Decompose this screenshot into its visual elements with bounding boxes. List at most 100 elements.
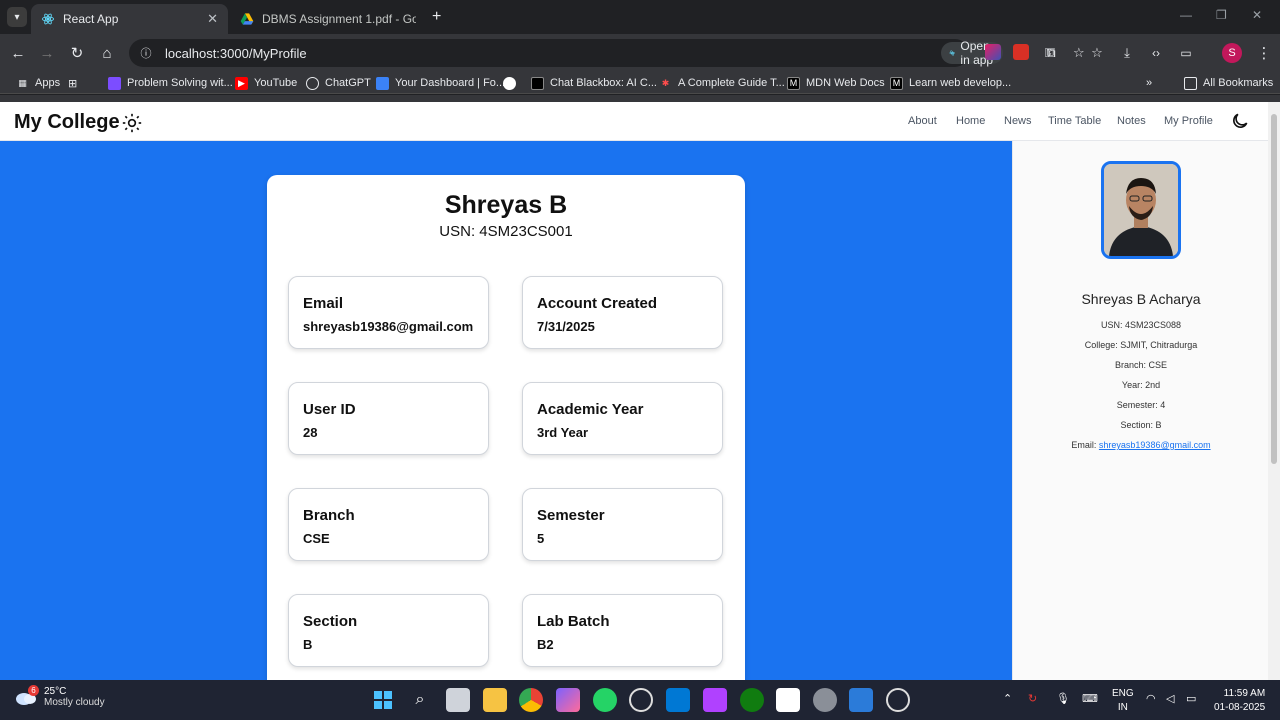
installer-icon[interactable]	[849, 688, 873, 712]
nav-about[interactable]: About	[908, 115, 937, 127]
nav-notes[interactable]: Notes	[1117, 115, 1146, 127]
bookmarks-bar: ▦ Apps ⊞ Problem Solving wit... ▶ YouTube …	[0, 72, 1280, 94]
page-scrollbar[interactable]	[1268, 102, 1280, 680]
forward-icon[interactable]: →	[37, 43, 57, 63]
bookmark-problem-solving[interactable]: Problem Solving wit...	[108, 76, 233, 90]
tab-search-icon[interactable]: ▾	[7, 7, 27, 27]
tab-title: React App	[63, 12, 119, 26]
cast-icon[interactable]: ▭	[1176, 43, 1196, 63]
mdn-icon: M	[890, 76, 903, 90]
brand-text: My College	[14, 111, 120, 133]
settings-icon[interactable]	[813, 688, 837, 712]
weather-badge: 6	[28, 685, 39, 696]
xbox-icon[interactable]	[740, 688, 764, 712]
keyboard-icon[interactable]: ⌨	[1082, 692, 1098, 705]
brand-logo[interactable]: My College	[14, 111, 142, 134]
toolbar-divider	[0, 95, 1280, 102]
bookmark-complete-guide[interactable]: ✱ A Complete Guide T...	[659, 76, 785, 90]
bookmark-apps[interactable]: ▦ Apps	[16, 76, 60, 90]
app-navbar: My College About Home News Time Table No…	[0, 102, 1268, 141]
field-user-id: User ID 28	[288, 382, 489, 455]
site-info-icon[interactable]: ⓘ	[139, 46, 153, 60]
tab-groups-icon[interactable]: ⊞	[68, 76, 77, 90]
chrome-icon[interactable]	[519, 688, 543, 712]
more-bookmarks-icon[interactable]: »	[1146, 76, 1152, 90]
field-lab-batch: Lab Batch B2	[522, 594, 723, 667]
language-indicator[interactable]: ENG IN	[1112, 687, 1134, 715]
tab-dbms-pdf[interactable]: DBMS Assignment 1.pdf - Goog	[230, 4, 426, 34]
bookmark-label: A Complete Guide T...	[678, 77, 785, 89]
start-icon[interactable]	[371, 688, 395, 712]
reload-icon[interactable]: ↻	[67, 43, 87, 63]
url-text[interactable]: localhost:3000/MyProfile	[165, 46, 969, 61]
address-bar[interactable]: ⓘ localhost:3000/MyProfile Open in app ⚿…	[129, 39, 1085, 67]
volume-icon[interactable]: ◁	[1166, 692, 1174, 705]
nav-my-profile[interactable]: My Profile	[1164, 115, 1213, 127]
bookmark-chatgpt[interactable]: ChatGPT	[306, 76, 371, 90]
field-label: Lab Batch	[537, 613, 610, 630]
sidebar-usn: USN: 4SM23CS088	[1100, 320, 1182, 330]
sidebar-email-label: Email:	[1071, 440, 1099, 450]
media-player-icon[interactable]	[629, 688, 653, 712]
field-academic-year: Academic Year 3rd Year	[522, 382, 723, 455]
task-view-icon[interactable]	[446, 688, 470, 712]
bookmark-mdn[interactable]: M MDN Web Docs	[787, 76, 885, 90]
profile-usn: USN: 4SM23CS001	[439, 223, 573, 240]
close-window-icon[interactable]: ✕	[1252, 8, 1262, 22]
bookmark-youtube[interactable]: ▶ YouTube	[235, 76, 297, 90]
weather-widget[interactable]: 6 25°C Mostly cloudy	[14, 685, 105, 708]
file-explorer-icon[interactable]	[483, 688, 507, 712]
system-clock[interactable]: 11:59 AM 01-08-2025	[1214, 687, 1265, 715]
bookmark-dashboard[interactable]: Your Dashboard | Fo...	[376, 76, 505, 90]
close-tab-icon[interactable]: ✕	[207, 11, 218, 27]
tab-react-app[interactable]: React App ✕	[31, 4, 228, 34]
scrollbar-thumb[interactable]	[1271, 114, 1277, 464]
all-bookmarks[interactable]: All Bookmarks	[1184, 76, 1273, 90]
field-label: Account Created	[537, 295, 658, 312]
minimize-icon[interactable]: —	[1180, 8, 1192, 22]
mdn-icon: M	[787, 76, 800, 90]
bookmark-github[interactable]	[503, 76, 522, 90]
chevron-up-icon[interactable]: ⌃	[1003, 692, 1012, 705]
field-semester: Semester 5	[522, 488, 723, 561]
bookmark-label: Your Dashboard | Fo...	[395, 77, 506, 89]
maximize-icon[interactable]: ❐	[1216, 8, 1227, 22]
profile-card: Shreyas B USN: 4SM23CS001 Email shreyasb…	[267, 175, 745, 680]
extension-pdf-icon[interactable]	[1013, 44, 1029, 60]
bookmark-learn-web[interactable]: M Learn web develop...	[890, 76, 1011, 90]
bookmarks-icon[interactable]: ☆	[1087, 43, 1107, 63]
notion-icon[interactable]	[776, 688, 800, 712]
profile-avatar[interactable]: S	[1222, 43, 1242, 63]
field-value: B2	[537, 637, 554, 652]
menu-icon[interactable]: ⋮	[1254, 43, 1274, 63]
clock-app-icon[interactable]	[886, 688, 910, 712]
devtools-icon[interactable]: ‹›	[1146, 43, 1166, 63]
wifi-icon[interactable]: ◠	[1146, 692, 1156, 705]
search-icon[interactable]: ⌕	[408, 688, 432, 712]
folder-icon	[1184, 76, 1197, 90]
sync-icon[interactable]: ↻	[1028, 692, 1037, 705]
new-tab-icon[interactable]: +	[432, 8, 441, 26]
moon-icon[interactable]	[1230, 111, 1250, 131]
field-value: 3rd Year	[537, 425, 589, 440]
field-value: 5	[537, 531, 545, 546]
bookmark-star-icon[interactable]: ☆	[1073, 45, 1085, 61]
home-icon[interactable]: ⌂	[97, 43, 117, 63]
download-icon[interactable]: ⤓	[1117, 43, 1137, 63]
nav-time-table[interactable]: Time Table	[1048, 115, 1101, 127]
vscode-icon[interactable]	[666, 688, 690, 712]
sidebar-section: Section: B	[1120, 420, 1162, 430]
copilot-icon[interactable]	[556, 688, 580, 712]
whatsapp-icon[interactable]	[593, 688, 617, 712]
back-icon[interactable]: ←	[8, 43, 28, 63]
microphone-icon[interactable]: 🎙	[1056, 692, 1070, 705]
battery-icon[interactable]: ▭	[1186, 692, 1196, 705]
nav-news[interactable]: News	[1004, 115, 1032, 127]
sidebar-email-link[interactable]: shreyasb19386@gmail.com	[1099, 440, 1211, 450]
bookmark-label: ChatGPT	[325, 77, 371, 89]
app-icon[interactable]	[703, 688, 727, 712]
extensions-puzzle-icon[interactable]: ⧉	[1041, 43, 1061, 63]
bookmark-blackbox[interactable]: Chat Blackbox: AI C...	[531, 76, 657, 90]
nav-home[interactable]: Home	[956, 115, 985, 127]
extension-icon[interactable]	[985, 44, 1001, 60]
